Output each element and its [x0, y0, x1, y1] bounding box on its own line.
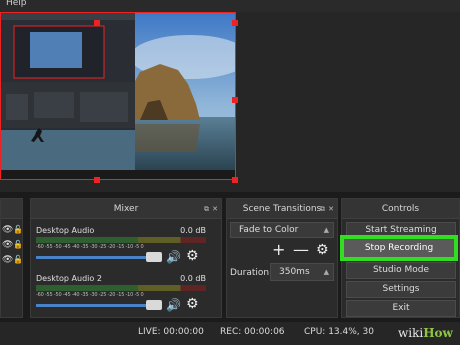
stop-recording-button[interactable]: Stop Recording	[340, 235, 458, 261]
resize-handle-top[interactable]	[94, 20, 100, 26]
volume-slider[interactable]	[36, 304, 160, 307]
transition-select[interactable]: Fade to Color ▲	[230, 222, 334, 238]
studio-mode-button[interactable]: Studio Mode	[346, 262, 456, 279]
lock-icon[interactable]: 🔓	[13, 241, 23, 249]
transitions-header: Scene Transitions ⧉ ✕	[227, 199, 337, 219]
close-dock-icon[interactable]: ✕	[328, 199, 334, 219]
volume-meter	[36, 285, 206, 291]
duration-label: Duration	[230, 268, 270, 278]
preview-canvas[interactable]	[0, 12, 236, 180]
watermark-how: How	[423, 326, 453, 340]
watermark-wiki: wiki	[398, 326, 424, 340]
preview-image	[0, 12, 236, 180]
duration-input[interactable]: 350ms ▲	[270, 263, 334, 281]
lock-icon[interactable]: 🔓	[13, 226, 23, 234]
visibility-eye-icon[interactable]: 👁	[2, 256, 13, 265]
controls-title: Controls	[381, 204, 420, 214]
speaker-icon[interactable]: 🔊	[166, 298, 181, 312]
transitions-title: Scene Transitions	[242, 204, 322, 214]
resize-handle-top-right[interactable]	[232, 20, 238, 26]
add-transition-icon[interactable]: +	[272, 240, 285, 259]
speaker-icon[interactable]: 🔊	[166, 250, 181, 264]
gear-icon[interactable]: ⚙	[186, 296, 199, 312]
undock-icon[interactable]: ⧉	[204, 199, 209, 219]
transition-select-value: Fade to Color	[239, 225, 299, 235]
mixer-title: Mixer	[113, 204, 139, 214]
undock-icon[interactable]: ⧉	[320, 199, 325, 219]
channel-name: Desktop Audio 2	[36, 274, 102, 283]
exit-button[interactable]: Exit	[346, 300, 456, 317]
menu-bar: Help	[0, 0, 460, 12]
visibility-eye-icon[interactable]: 👁	[2, 241, 13, 250]
controls-header: Controls	[342, 199, 459, 219]
rec-timer: REC: 00:00:06	[220, 327, 285, 337]
resize-handle-bottom-right[interactable]	[232, 177, 238, 183]
wikihow-watermark: wikiHow	[398, 326, 453, 340]
lock-icon[interactable]: 🔓	[13, 256, 23, 264]
transition-gear-icon[interactable]: ⚙	[316, 242, 329, 258]
mixer-header: Mixer ⧉ ✕	[31, 199, 221, 219]
chevron-updown-icon: ▲	[323, 268, 329, 276]
cpu-usage: CPU: 13.4%, 30	[304, 327, 374, 337]
resize-handle-bottom[interactable]	[94, 177, 100, 183]
chevron-updown-icon: ▲	[323, 226, 329, 234]
sources-header	[1, 199, 22, 219]
status-bar: LIVE: 00:00:00 REC: 00:00:06 CPU: 13.4%,…	[0, 322, 460, 345]
resize-handle-right[interactable]	[232, 97, 238, 103]
volume-meter	[36, 237, 206, 243]
live-timer: LIVE: 00:00:00	[138, 327, 204, 337]
remove-transition-icon[interactable]: —	[293, 240, 309, 259]
visibility-eye-icon[interactable]: 👁	[2, 226, 13, 235]
channel-db: 0.0 dB	[180, 274, 206, 283]
gear-icon[interactable]: ⚙	[186, 248, 199, 264]
volume-slider-knob[interactable]	[146, 252, 162, 262]
close-dock-icon[interactable]: ✕	[212, 199, 218, 219]
menu-help[interactable]: Help	[6, 0, 27, 8]
volume-slider-knob[interactable]	[146, 300, 162, 310]
duration-value: 350ms	[279, 267, 310, 277]
volume-slider[interactable]	[36, 256, 160, 259]
channel-name: Desktop Audio	[36, 226, 95, 235]
channel-db: 0.0 dB	[180, 226, 206, 235]
settings-button[interactable]: Settings	[346, 281, 456, 298]
